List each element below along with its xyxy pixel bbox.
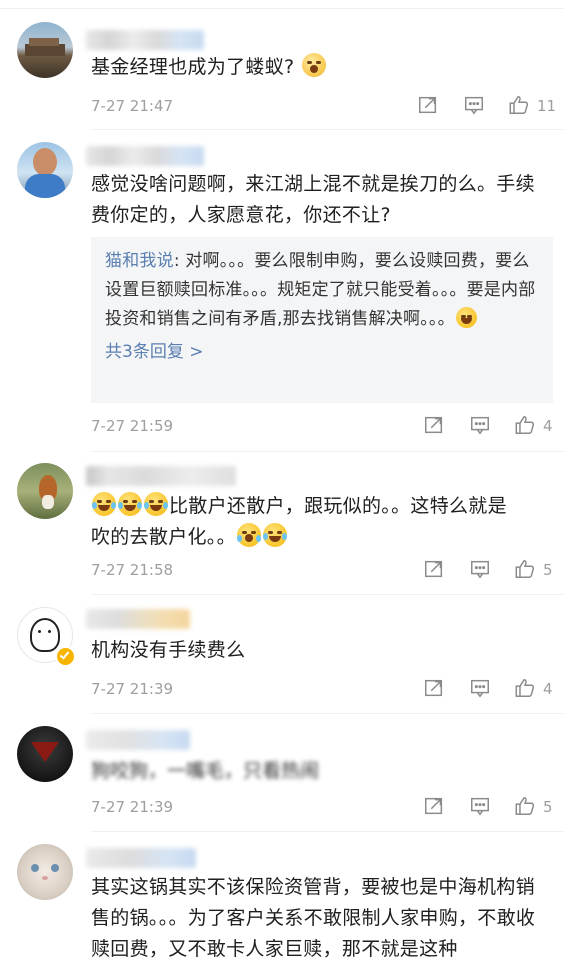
emoji-icon (455, 307, 477, 328)
divider (91, 451, 564, 452)
avatar[interactable] (17, 22, 73, 78)
comment-icon[interactable] (469, 677, 493, 701)
like-count: 4 (543, 417, 553, 435)
divider (91, 129, 564, 130)
username-blurred[interactable] (86, 848, 196, 868)
thumbs-up-icon[interactable] (508, 94, 532, 118)
comment-time: 7-27 21:47 (91, 97, 174, 115)
comment-footer: 7-27 21:59 4 (91, 414, 553, 440)
share-icon[interactable] (423, 414, 447, 438)
share-icon[interactable] (423, 795, 447, 819)
comment-time: 7-27 21:59 (91, 417, 174, 435)
avatar[interactable] (17, 142, 73, 198)
comment-time: 7-27 21:39 (91, 680, 174, 698)
emoji-icon (92, 492, 116, 516)
username-blurred[interactable] (86, 730, 190, 750)
emoji-icon (118, 492, 142, 516)
thumbs-up-icon[interactable] (514, 558, 538, 582)
comment-footer: 7-27 21:58 5 (91, 558, 553, 584)
emoji-icon (301, 53, 326, 77)
like-count: 11 (537, 97, 557, 115)
like-count: 4 (543, 680, 553, 698)
reply-author[interactable]: 猫和我说 (105, 251, 174, 271)
divider (91, 594, 564, 595)
emoji-icon (262, 523, 287, 547)
verified-badge-icon (55, 646, 76, 667)
comment-footer: 7-27 21:39 4 (91, 677, 553, 703)
share-icon[interactable] (417, 94, 441, 118)
thumbs-up-icon[interactable] (514, 414, 538, 438)
username-blurred[interactable] (86, 30, 204, 50)
comment-text: 其实这锅其实不该保险资管背，要被也是中海机构销售的锅。。。为了客户关系不敢限制人… (91, 876, 536, 960)
emoji-icon (144, 492, 168, 516)
emoji-icon (236, 523, 261, 547)
comment-text: 机构没有手续费么 (91, 639, 246, 661)
comment-text: 比散户还散户，跟玩似的。。这特么就是 吹的去散户化。。 (91, 491, 551, 553)
share-icon[interactable] (423, 677, 447, 701)
comment-text: 狗咬狗，一嘴毛，只看热闹 (91, 760, 320, 782)
reply-box[interactable]: 猫和我说: 对啊。。。要么限制申购，要么设赎回费，要么设置巨额赎回标准。。。规矩… (91, 237, 553, 403)
like-count: 5 (543, 561, 553, 579)
share-icon[interactable] (423, 558, 447, 582)
comment-icon[interactable] (469, 558, 493, 582)
comment-icon[interactable] (469, 414, 493, 438)
avatar[interactable] (17, 463, 73, 519)
more-replies-link[interactable]: 共3条回复 > (105, 338, 539, 366)
username-blurred[interactable] (86, 609, 190, 629)
comment-text: 基金经理也成为了蝼蚁? (91, 52, 551, 83)
comment-time: 7-27 21:58 (91, 561, 174, 579)
divider (91, 831, 564, 832)
username-blurred[interactable] (86, 466, 236, 486)
comment-text: 感觉没啥问题啊，来江湖上混不就是挨刀的么。手续费你定的，人家愿意花，你还不让? (91, 173, 535, 226)
divider (91, 713, 564, 714)
reply-text: 猫和我说: 对啊。。。要么限制申购，要么设赎回费，要么设置巨额赎回标准。。。规矩… (105, 251, 536, 329)
comment-icon[interactable] (469, 795, 493, 819)
comment-footer: 7-27 21:39 5 (91, 795, 553, 821)
username-blurred[interactable] (86, 146, 204, 166)
thumbs-up-icon[interactable] (514, 795, 538, 819)
comment-icon[interactable] (463, 94, 487, 118)
comment-time: 7-27 21:39 (91, 798, 174, 816)
avatar[interactable] (17, 844, 73, 900)
thumbs-up-icon[interactable] (514, 677, 538, 701)
like-count: 5 (543, 798, 553, 816)
top-divider (0, 8, 564, 9)
comment-footer: 7-27 21:47 11 (91, 94, 557, 120)
